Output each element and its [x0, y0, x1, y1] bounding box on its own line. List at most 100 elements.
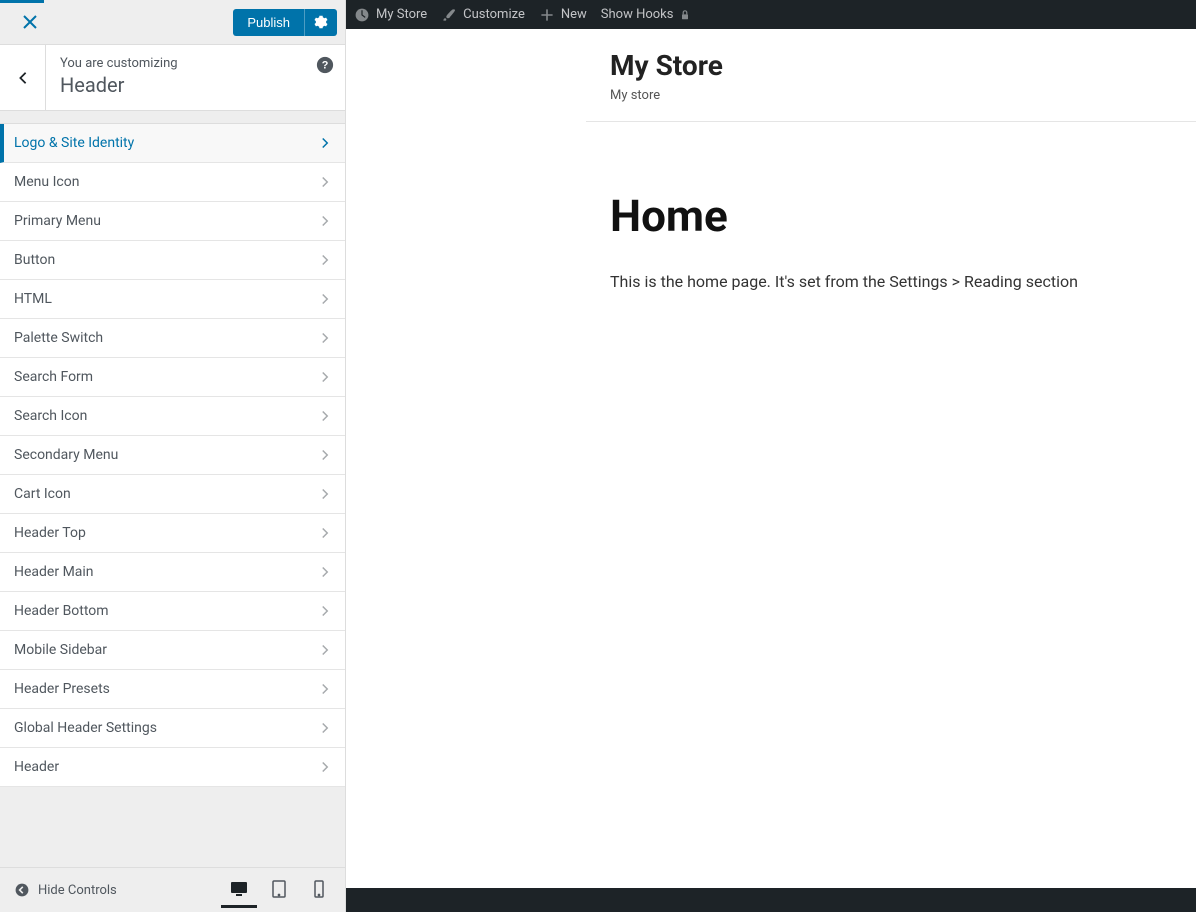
menu-item-label: Header Bottom [14, 603, 109, 619]
preview-footer-bar [346, 888, 1196, 912]
menu-item-palette-switch[interactable]: Palette Switch [0, 319, 345, 358]
chevron-right-icon [319, 722, 331, 734]
adminbar-show-hooks-link[interactable]: Show Hooks [601, 7, 692, 22]
chevron-right-icon [319, 527, 331, 539]
menu-item-label: Search Icon [14, 408, 87, 424]
chevron-right-icon [319, 371, 331, 383]
chevron-right-icon [319, 644, 331, 656]
tablet-icon [269, 879, 289, 899]
menu-item-primary-menu[interactable]: Primary Menu [0, 202, 345, 241]
adminbar-site-name: My Store [376, 7, 427, 22]
tablet-preview-button[interactable] [261, 872, 297, 908]
menu-item-logo-site-identity[interactable]: Logo & Site Identity [0, 124, 345, 163]
page-title: Home [610, 190, 1172, 242]
menu-item-search-icon[interactable]: Search Icon [0, 397, 345, 436]
mobile-icon [309, 879, 329, 899]
menu-item-label: Logo & Site Identity [14, 135, 134, 151]
adminbar-new-label: New [561, 7, 587, 22]
chevron-right-icon [319, 566, 331, 578]
menu-item-secondary-menu[interactable]: Secondary Menu [0, 436, 345, 475]
help-button[interactable]: ? [315, 55, 335, 75]
page-description: This is the home page. It's set from the… [610, 272, 1172, 291]
menu-item-mobile-sidebar[interactable]: Mobile Sidebar [0, 631, 345, 670]
chevron-right-icon [319, 293, 331, 305]
menu-item-label: Palette Switch [14, 330, 103, 346]
chevron-right-icon [319, 761, 331, 773]
preview-pane: My Store Customize New Show Hooks My Sto… [346, 0, 1196, 912]
menu-item-label: Header [14, 759, 59, 775]
menu-item-header-bottom[interactable]: Header Bottom [0, 592, 345, 631]
menu-item-search-form[interactable]: Search Form [0, 358, 345, 397]
menu-item-header-top[interactable]: Header Top [0, 514, 345, 553]
menu-item-cart-icon[interactable]: Cart Icon [0, 475, 345, 514]
section-title-block: You are customizing Header ? [46, 45, 345, 110]
customizer-menu-list: Logo & Site Identity Menu Icon Primary Men… [0, 111, 345, 867]
preview-content: My Store My store Home This is the home … [346, 29, 1196, 912]
section-name: Header [60, 72, 331, 98]
menu-item-label: Mobile Sidebar [14, 642, 107, 658]
hide-controls-label: Hide Controls [38, 883, 117, 898]
brush-icon [441, 7, 457, 23]
menu-item-label: Header Main [14, 564, 94, 580]
menu-item-label: Search Form [14, 369, 93, 385]
gear-icon [314, 15, 328, 29]
chevron-left-icon [16, 71, 30, 85]
close-customizer-button[interactable] [8, 0, 52, 44]
dashboard-icon [354, 7, 370, 23]
menu-item-label: Secondary Menu [14, 447, 118, 463]
menu-item-header-presets[interactable]: Header Presets [0, 670, 345, 709]
menu-item-html[interactable]: HTML [0, 280, 345, 319]
chevron-right-icon [319, 332, 331, 344]
publish-settings-button[interactable] [304, 9, 337, 36]
page-body: Home This is the home page. It's set fro… [586, 122, 1196, 359]
adminbar-customize-link[interactable]: Customize [441, 7, 525, 23]
chevron-right-icon [319, 605, 331, 617]
menu-item-label: Global Header Settings [14, 720, 157, 736]
chevron-right-icon [319, 176, 331, 188]
sidebar-top-bar: Publish [0, 0, 345, 45]
hide-controls-button[interactable]: Hide Controls [8, 882, 117, 898]
menu-item-label: Header Presets [14, 681, 110, 697]
admin-bar: My Store Customize New Show Hooks [346, 0, 1196, 29]
mobile-preview-button[interactable] [301, 872, 337, 908]
menu-item-menu-icon[interactable]: Menu Icon [0, 163, 345, 202]
adminbar-show-hooks-label: Show Hooks [601, 7, 674, 22]
help-icon: ? [316, 56, 334, 74]
customizer-sidebar: Publish You are customizing Header ? Log… [0, 0, 346, 912]
chevron-right-icon [319, 137, 331, 149]
menu-item-label: Menu Icon [14, 174, 79, 190]
section-header: You are customizing Header ? [0, 45, 345, 111]
adminbar-site-link[interactable]: My Store [354, 7, 427, 23]
menu-item-label: Cart Icon [14, 486, 71, 502]
publish-button[interactable]: Publish [233, 9, 304, 36]
menu-item-button[interactable]: Button [0, 241, 345, 280]
chevron-right-icon [319, 449, 331, 461]
svg-text:?: ? [322, 60, 329, 72]
device-preview-buttons [221, 872, 337, 908]
site-header: My Store My store [586, 29, 1196, 122]
menu-item-global-header-settings[interactable]: Global Header Settings [0, 709, 345, 748]
adminbar-customize-label: Customize [463, 7, 525, 22]
customizing-label: You are customizing [60, 56, 331, 71]
desktop-preview-button[interactable] [221, 872, 257, 908]
chevron-right-icon [319, 215, 331, 227]
menu-item-header-main[interactable]: Header Main [0, 553, 345, 592]
menu-item-label: Button [14, 252, 55, 268]
site-title[interactable]: My Store [610, 49, 1172, 82]
back-button[interactable] [0, 45, 46, 110]
sidebar-footer: Hide Controls [0, 867, 345, 912]
site-tagline: My store [610, 88, 1172, 103]
lock-icon [679, 9, 691, 21]
menu-item-label: Header Top [14, 525, 86, 541]
adminbar-new-link[interactable]: New [539, 7, 587, 23]
chevron-right-icon [319, 254, 331, 266]
chevron-right-icon [319, 488, 331, 500]
menu-item-label: HTML [14, 291, 52, 307]
menu-item-header[interactable]: Header [0, 748, 345, 787]
menu-item-label: Primary Menu [14, 213, 101, 229]
chevron-right-icon [319, 683, 331, 695]
collapse-icon [14, 882, 30, 898]
publish-group: Publish [233, 9, 337, 36]
chevron-right-icon [319, 410, 331, 422]
plus-icon [539, 7, 555, 23]
